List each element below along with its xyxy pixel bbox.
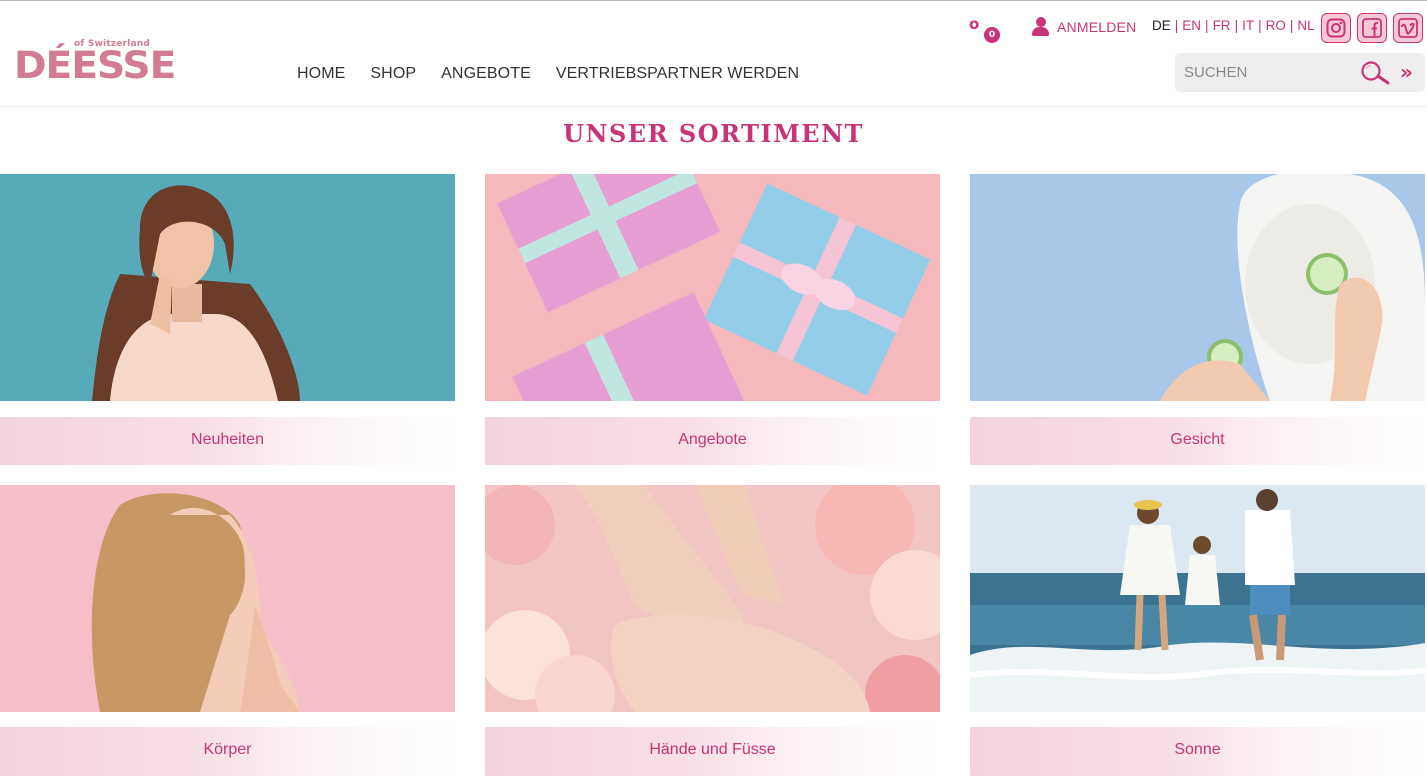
category-label-neuheiten: Neuheiten — [0, 417, 455, 465]
cart-count-badge: 0 — [984, 27, 1000, 43]
search-submit-icon[interactable]: » — [1400, 61, 1413, 83]
category-tile-koerper[interactable]: Körper — [0, 485, 455, 776]
cart-button[interactable]: o 0 — [969, 15, 1003, 43]
instagram-icon[interactable] — [1321, 13, 1351, 43]
nav-shop[interactable]: SHOP — [370, 65, 416, 83]
search-icon[interactable] — [1358, 60, 1392, 86]
language-switcher: DE | EN | FR | IT | RO | NL — [1152, 18, 1315, 33]
nav-angebote[interactable]: ANGEBOTE — [441, 65, 531, 83]
category-image-gesicht — [970, 174, 1425, 401]
lang-fr[interactable]: FR — [1213, 18, 1231, 33]
login-link[interactable]: ANMELDEN — [1032, 17, 1136, 37]
category-image-haende-fuesse — [485, 485, 940, 712]
category-label-koerper: Körper — [0, 727, 455, 776]
category-tile-angebote[interactable]: Angebote — [485, 174, 940, 465]
brand-name: DÉESSE — [14, 44, 176, 87]
lang-de[interactable]: DE — [1152, 18, 1171, 33]
nav-vertriebspartner[interactable]: VERTRIEBSPARTNER WERDEN — [556, 65, 799, 83]
nav-home[interactable]: HOME — [297, 65, 345, 83]
category-image-neuheiten — [0, 174, 455, 401]
brand-logo[interactable]: of Switzerland DÉESSE — [14, 39, 176, 89]
category-image-koerper — [0, 485, 455, 712]
search-input[interactable] — [1184, 61, 1354, 83]
lang-nl[interactable]: NL — [1297, 18, 1314, 33]
facebook-icon[interactable] — [1357, 13, 1387, 43]
main-navigation: HOME SHOP ANGEBOTE VERTRIEBSPARTNER WERD… — [297, 65, 799, 83]
lang-en[interactable]: EN — [1182, 18, 1201, 33]
section-title: UNSER SORTIMENT — [563, 119, 864, 148]
category-label-angebote: Angebote — [485, 417, 940, 465]
login-label: ANMELDEN — [1057, 19, 1137, 35]
category-label-gesicht: Gesicht — [970, 417, 1425, 465]
vimeo-icon[interactable] — [1393, 13, 1423, 43]
category-label-haende-fuesse: Hände und Füsse — [485, 727, 940, 776]
search-box: » — [1175, 53, 1425, 92]
category-tile-gesicht[interactable]: Gesicht — [970, 174, 1425, 465]
lang-it[interactable]: IT — [1242, 18, 1254, 33]
user-icon — [1032, 17, 1049, 37]
category-tile-neuheiten[interactable]: Neuheiten — [0, 174, 455, 465]
category-tile-sonne[interactable]: Sonne — [970, 485, 1425, 776]
site-header: of Switzerland DÉESSE HOME SHOP ANGEBOTE… — [0, 1, 1427, 105]
lang-ro[interactable]: RO — [1266, 18, 1286, 33]
category-image-angebote — [485, 174, 940, 401]
category-image-sonne — [970, 485, 1425, 712]
category-label-sonne: Sonne — [970, 727, 1425, 776]
category-tile-haende-fuesse[interactable]: Hände und Füsse — [485, 485, 940, 776]
cart-icon: o — [969, 15, 980, 33]
